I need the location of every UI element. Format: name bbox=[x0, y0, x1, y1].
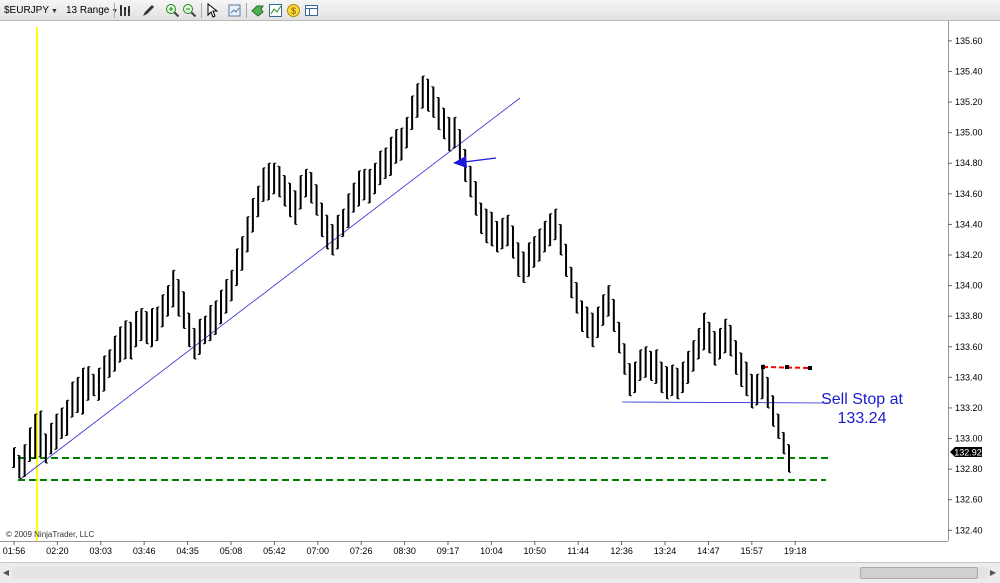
last-price-marker: 132.92 bbox=[950, 447, 982, 458]
time-tick-label: 13:24 bbox=[654, 546, 677, 556]
price-tick-label: 132.40 bbox=[955, 525, 983, 535]
sell-stop-price: 133.24 bbox=[838, 410, 887, 427]
price-tick-label: 135.20 bbox=[955, 97, 983, 107]
price-tick-label: 134.00 bbox=[955, 281, 983, 291]
scroll-left-icon[interactable]: ◀ bbox=[1, 567, 11, 579]
pointer-icon[interactable] bbox=[205, 2, 220, 18]
instrument-selector[interactable]: $EURJPY ▼ bbox=[4, 3, 58, 18]
time-tick-label: 05:08 bbox=[220, 546, 243, 556]
time-tick-label: 07:00 bbox=[307, 546, 330, 556]
time-tick-label: 03:46 bbox=[133, 546, 156, 556]
price-tick-label: 134.60 bbox=[955, 189, 983, 199]
zoom-out-icon[interactable] bbox=[182, 3, 197, 18]
time-tick-label: 03:03 bbox=[90, 546, 113, 556]
time-tick-label: 12:36 bbox=[610, 546, 633, 556]
time-tick-label: 09:17 bbox=[437, 546, 460, 556]
price-chart[interactable]: 135.60 135.40 135.20 135.00 134.80 134.60 134.… bbox=[0, 21, 1000, 562]
instrument-label: $EURJPY bbox=[4, 5, 50, 16]
sell-stop-label: Sell Stop at bbox=[821, 391, 903, 408]
toolbar-separator bbox=[201, 3, 202, 18]
price-tick-label: 133.80 bbox=[955, 311, 983, 321]
toolbar-separator bbox=[246, 3, 247, 18]
time-tick-label: 02:20 bbox=[46, 546, 69, 556]
price-axis: 135.60 135.40 135.20 135.00 134.80 134.60 134.… bbox=[948, 36, 983, 535]
horizontal-scrollbar[interactable]: ◀ ▶ bbox=[0, 562, 1000, 583]
toolbar-separator bbox=[114, 3, 115, 18]
bar-style-icon[interactable] bbox=[118, 3, 133, 18]
indicator-icon[interactable] bbox=[268, 3, 283, 18]
time-tick-label: 08:30 bbox=[393, 546, 416, 556]
price-tick-label: 133.60 bbox=[955, 342, 983, 352]
zoom-in-icon[interactable] bbox=[165, 3, 180, 18]
price-tick-label: 135.60 bbox=[955, 36, 983, 46]
price-tick-label: 133.20 bbox=[955, 403, 983, 413]
chart-toolbar: $EURJPY▼ 13 Range▼ $ bbox=[0, 0, 1000, 21]
price-tick-label: 133.00 bbox=[955, 434, 983, 444]
price-tick-label: 134.20 bbox=[955, 250, 983, 260]
price-tick-label: 134.40 bbox=[955, 219, 983, 229]
time-tick-label: 11:44 bbox=[567, 546, 589, 556]
period-selector[interactable]: 13 Range▼ bbox=[66, 3, 118, 18]
draw-pencil-icon[interactable] bbox=[141, 3, 156, 18]
time-tick-label: 19:18 bbox=[784, 546, 807, 556]
order-ticket-icon[interactable] bbox=[250, 3, 265, 18]
period-label: 13 Range bbox=[66, 5, 110, 16]
scroll-track[interactable] bbox=[12, 567, 988, 579]
scroll-right-icon[interactable]: ▶ bbox=[988, 567, 998, 579]
time-tick-label: 10:50 bbox=[524, 546, 547, 556]
price-tick-label: 134.80 bbox=[955, 158, 983, 168]
plot-area bbox=[0, 21, 948, 541]
scroll-thumb[interactable] bbox=[860, 567, 978, 579]
chart-properties-icon[interactable] bbox=[227, 3, 242, 18]
strategy-icon[interactable]: $ bbox=[286, 3, 301, 18]
time-axis: 01:56 02:20 03:03 03:46 04:35 05:08 05:42 07:00… bbox=[3, 541, 807, 556]
time-tick-label: 07:26 bbox=[350, 546, 373, 556]
price-tick-label: 132.80 bbox=[955, 464, 983, 474]
time-tick-label: 14:47 bbox=[697, 546, 720, 556]
time-tick-label: 10:04 bbox=[480, 546, 503, 556]
data-box-icon[interactable] bbox=[304, 3, 319, 18]
price-tick-label: 135.40 bbox=[955, 66, 983, 76]
time-tick-label: 01:56 bbox=[3, 546, 26, 556]
time-tick-label: 05:42 bbox=[263, 546, 286, 556]
time-tick-label: 04:35 bbox=[176, 546, 199, 556]
time-tick-label: 15:57 bbox=[741, 546, 764, 556]
svg-text:$: $ bbox=[291, 6, 296, 16]
last-price-label: 132.92 bbox=[954, 448, 982, 458]
price-tick-label: 133.40 bbox=[955, 372, 983, 382]
price-tick-label: 132.60 bbox=[955, 495, 983, 505]
copyright-text: © 2009 NinjaTrader, LLC bbox=[6, 530, 95, 539]
price-tick-label: 135.00 bbox=[955, 128, 983, 138]
